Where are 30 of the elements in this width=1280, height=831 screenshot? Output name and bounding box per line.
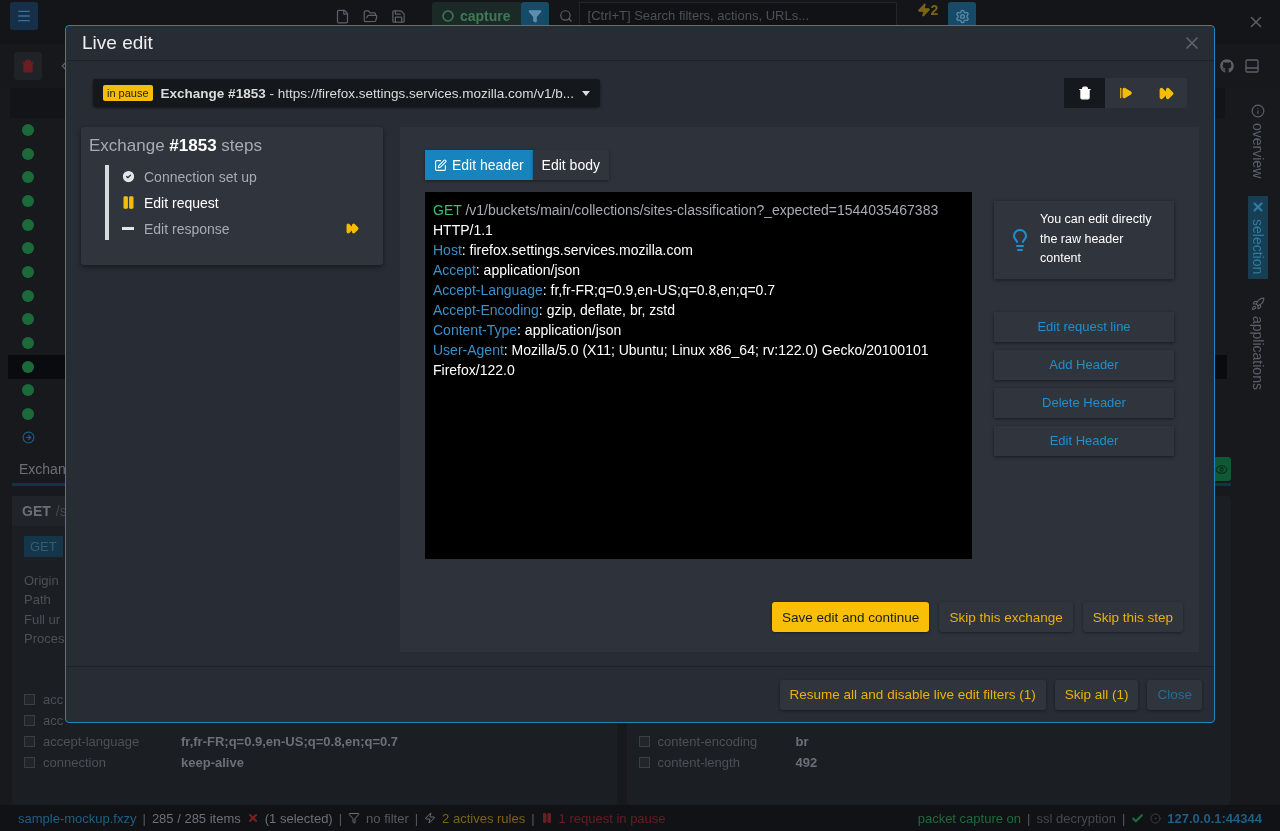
- method-text: GET: [22, 502, 51, 519]
- header-line: Host: firefox.settings.services.mozilla.com: [433, 241, 694, 261]
- header-value: br: [795, 734, 809, 749]
- selection-count: (1 selected): [264, 810, 333, 826]
- separator: |: [1121, 810, 1126, 826]
- step-label: Connection set up: [144, 168, 258, 185]
- steps-title: Exchange #1853 steps: [89, 136, 262, 156]
- header-value: keep-alive: [181, 755, 244, 770]
- separator: |: [1027, 810, 1031, 826]
- header-line: Content-Type: application/json: [433, 321, 623, 341]
- exchange-label: Exchange #1853 - https://firefox.settings.services.mozilla.com/v1/b...: [160, 85, 575, 101]
- header-value: fr,fr-FR;q=0.9,en-US;q=0.8,en;q=0.7: [181, 734, 399, 749]
- separator: |: [414, 810, 419, 826]
- items-count: 285 / 285 items: [151, 810, 241, 826]
- separator: |: [338, 810, 343, 826]
- tip-text: You can edit directly the raw header content: [1040, 211, 1153, 268]
- header-line: Accept: application/json: [433, 261, 582, 281]
- separator: |: [142, 810, 146, 826]
- header-value: 492: [795, 755, 818, 770]
- step-label: Edit request: [144, 194, 220, 211]
- header-line: Accept-Encoding: gzip, deflate, br, zstd: [433, 301, 677, 321]
- separator: |: [531, 810, 535, 826]
- filter-status: no filter: [366, 810, 409, 826]
- header-line: User-Agent: Mozilla/5.0 (X11; Ubuntu; Linux x86_64; rv:122.0) Gecko/20100101 Firefox/122.0: [433, 341, 930, 381]
- header-line: Accept-Language: fr,fr-FR;q=0.9,en-US;q=0.8,en;q=0.7: [433, 281, 777, 301]
- pause-badge: in pause: [103, 85, 153, 102]
- dialog-title: Live edit: [82, 32, 153, 55]
- proxy-address: 127.0.0.1:44344: [1167, 810, 1262, 826]
- capture-status: packet capture on: [917, 810, 1022, 826]
- step-label: Edit response: [144, 220, 231, 237]
